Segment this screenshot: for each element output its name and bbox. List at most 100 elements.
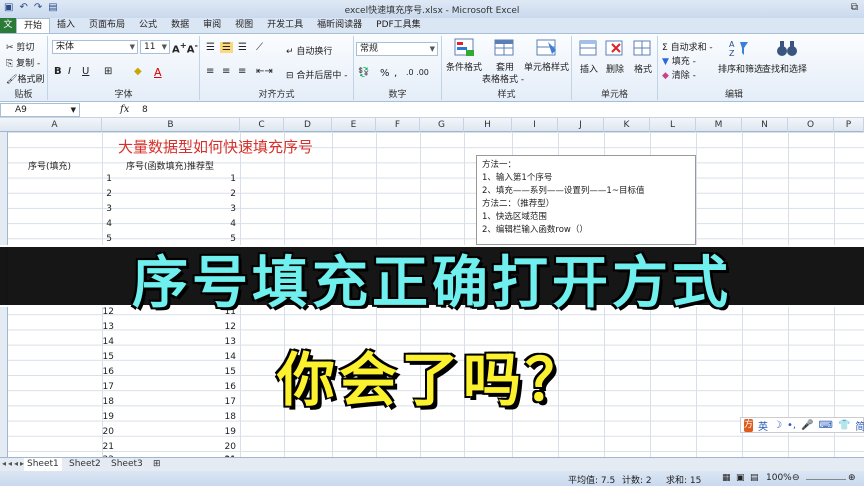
- column-header-a[interactable]: A: [8, 118, 102, 132]
- restore-icon[interactable]: ⧉: [851, 2, 858, 13]
- column-header-d[interactable]: D: [284, 118, 332, 132]
- mic-icon[interactable]: 🎤: [801, 420, 813, 431]
- file-tab[interactable]: 文: [0, 18, 16, 33]
- header-cell-a[interactable]: 序号(填充): [28, 159, 71, 172]
- page-break-view-icon[interactable]: ▤: [750, 473, 759, 483]
- column-header-b[interactable]: B: [102, 118, 240, 132]
- column-header-g[interactable]: G: [420, 118, 464, 132]
- column-header-o[interactable]: O: [788, 118, 834, 132]
- italic-button[interactable]: I: [68, 66, 71, 77]
- cell-a-value[interactable]: 4: [72, 219, 112, 229]
- cell-a-value[interactable]: 13: [74, 322, 114, 332]
- cell-b-value[interactable]: 20: [196, 442, 236, 452]
- cell-b-value[interactable]: 1: [196, 174, 236, 184]
- column-header-i[interactable]: I: [512, 118, 558, 132]
- ime-language[interactable]: 英: [758, 418, 768, 433]
- column-header-f[interactable]: F: [376, 118, 420, 132]
- cell-a-value[interactable]: 2: [72, 189, 112, 199]
- formula-input[interactable]: 8: [142, 105, 148, 115]
- header-cell-b[interactable]: 序号(函数填充)推荐型: [126, 159, 214, 172]
- align-bottom-icon[interactable]: ☰: [238, 42, 247, 53]
- align-right-icon[interactable]: ≡: [238, 66, 246, 77]
- cell-b-value[interactable]: 12: [196, 322, 236, 332]
- tab-pdf-tools[interactable]: PDF工具集: [369, 18, 428, 33]
- cell-b-value[interactable]: 4: [196, 219, 236, 229]
- underline-button[interactable]: U: [82, 66, 89, 77]
- comma-icon[interactable]: ,: [394, 68, 397, 79]
- sheet-tab-3[interactable]: Sheet3: [108, 458, 146, 471]
- cell-b-value[interactable]: 2: [196, 189, 236, 199]
- fill-color-button[interactable]: ◆: [134, 66, 142, 77]
- keyboard-icon[interactable]: ⌨: [819, 420, 833, 431]
- sort-filter-button[interactable]: 排序和筛选: [718, 62, 763, 75]
- zoom-slider[interactable]: [806, 479, 846, 480]
- insert-button[interactable]: 插入: [580, 62, 598, 75]
- column-header-l[interactable]: L: [650, 118, 696, 132]
- column-header-h[interactable]: H: [464, 118, 512, 132]
- format-button[interactable]: 格式: [634, 62, 652, 75]
- orientation-icon[interactable]: ⟋: [256, 42, 263, 53]
- zoom-out-icon[interactable]: ⊖: [792, 473, 800, 483]
- fill-button[interactable]: ▼ 填充 -: [662, 54, 696, 67]
- instruction-textbox[interactable]: 方法一： 1、输入第1个序号 2、填充——系列——设置列——1~目标值 方法二：…: [476, 155, 696, 245]
- cell-a-value[interactable]: 21: [74, 442, 114, 452]
- cell-b-value[interactable]: 19: [196, 427, 236, 437]
- find-select-button[interactable]: 查找和选择: [762, 62, 807, 75]
- cell-b-value[interactable]: 3: [196, 204, 236, 214]
- clear-button[interactable]: ◆ 清除 -: [662, 68, 696, 81]
- page-layout-view-icon[interactable]: ▣: [736, 473, 745, 483]
- format-painter-button[interactable]: 🖌格式刷: [6, 72, 44, 85]
- cell-a-value[interactable]: 20: [74, 427, 114, 437]
- name-box[interactable]: A9 ▼: [0, 103, 80, 117]
- skin-icon[interactable]: 👕: [838, 420, 850, 431]
- column-header-e[interactable]: E: [332, 118, 376, 132]
- border-button[interactable]: ⊞: [104, 66, 112, 77]
- moon-icon[interactable]: ☽: [773, 420, 782, 431]
- cell-a-value[interactable]: 3: [72, 204, 112, 214]
- wrap-text-button[interactable]: ↵ 自动换行: [286, 44, 332, 57]
- ime-simplified[interactable]: 简: [855, 418, 864, 433]
- format-table-button[interactable]: 表格格式 -: [482, 72, 524, 85]
- bold-button[interactable]: B: [54, 66, 62, 77]
- column-header-c[interactable]: C: [240, 118, 284, 132]
- cell-a-value[interactable]: 1: [72, 174, 112, 184]
- ime-toolbar[interactable]: 方 英 ☽ •, 🎤 ⌨ 👕 简: [740, 417, 864, 433]
- autosum-button[interactable]: Σ 自动求和 -: [662, 40, 713, 53]
- delete-button[interactable]: 删除: [606, 62, 624, 75]
- conditional-format-button[interactable]: 条件格式: [446, 60, 482, 73]
- column-header-j[interactable]: J: [558, 118, 604, 132]
- fx-icon[interactable]: fx: [120, 104, 129, 115]
- column-header-p[interactable]: P: [834, 118, 864, 132]
- decimal-icon[interactable]: .0 .00: [406, 68, 429, 77]
- font-size-select[interactable]: 11 ▼: [140, 40, 170, 54]
- currency-icon[interactable]: 💱: [358, 68, 369, 78]
- align-center-icon[interactable]: ≡: [222, 66, 230, 77]
- copy-button[interactable]: ⎘ 复制 -: [6, 56, 40, 69]
- tab-insert[interactable]: 插入: [50, 18, 82, 33]
- indent-icon[interactable]: ⇤⇥: [256, 66, 273, 77]
- cut-button[interactable]: ✂ 剪切: [6, 40, 34, 53]
- sheet-tab-1[interactable]: Sheet1: [24, 458, 62, 471]
- column-header-m[interactable]: M: [696, 118, 742, 132]
- tab-home[interactable]: 开始: [16, 18, 51, 33]
- align-top-icon[interactable]: ☰: [206, 42, 215, 53]
- punctuation-icon[interactable]: •,: [787, 420, 796, 431]
- font-color-button[interactable]: A: [154, 66, 162, 79]
- column-header-n[interactable]: N: [742, 118, 788, 132]
- grow-font-button[interactable]: A+A-: [172, 40, 198, 55]
- align-left-icon[interactable]: ≡: [206, 66, 214, 77]
- tab-foxit-reader[interactable]: 福昕阅读器: [310, 18, 369, 33]
- tab-developer[interactable]: 开发工具: [260, 18, 310, 33]
- sheet-tab-2[interactable]: Sheet2: [66, 458, 104, 471]
- merge-center-button[interactable]: ⊟ 合并后居中 -: [286, 68, 348, 81]
- cell-style-button[interactable]: 单元格样式: [524, 60, 569, 73]
- percent-icon[interactable]: %: [380, 68, 390, 79]
- column-header-k[interactable]: K: [604, 118, 650, 132]
- new-sheet-icon[interactable]: ⊞: [150, 458, 164, 471]
- sheet-title-cell[interactable]: 大量数据型如何快速填充序号: [118, 136, 313, 157]
- zoom-in-icon[interactable]: ⊕: [848, 473, 856, 483]
- number-format-select[interactable]: 常规 ▼: [356, 42, 438, 56]
- normal-view-icon[interactable]: ▦: [722, 473, 731, 483]
- tab-formulas[interactable]: 公式: [132, 18, 164, 33]
- tab-review[interactable]: 审阅: [196, 18, 228, 33]
